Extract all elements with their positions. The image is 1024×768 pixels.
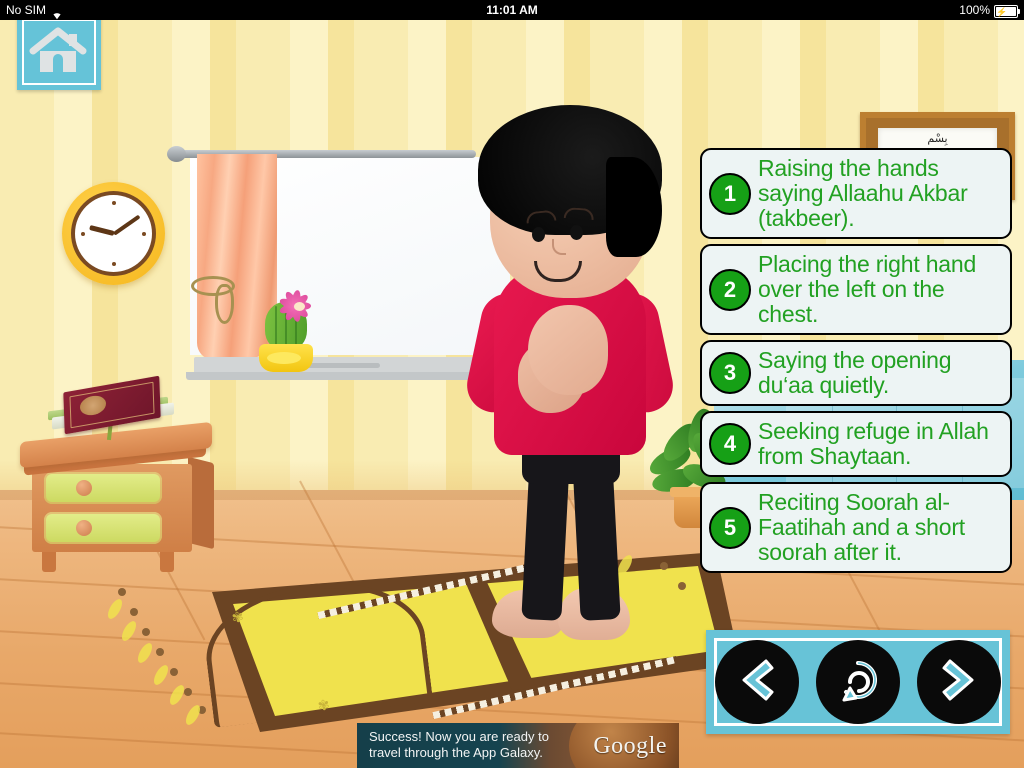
ad-text: Success! Now you are ready to travel thr… <box>369 729 549 761</box>
wall-clock-icon <box>62 182 165 285</box>
battery-percent-label: 100% <box>959 3 990 17</box>
chevron-right-icon <box>931 652 987 713</box>
prayer-steps-list: 1 Raising the hands saying Allaahu Akbar… <box>700 148 1014 578</box>
home-button[interactable] <box>17 14 101 90</box>
navigation-bar <box>706 630 1010 734</box>
battery-charging-icon: ⚡ <box>994 4 1020 18</box>
chevron-left-icon <box>729 652 785 713</box>
step-card-2[interactable]: 2 Placing the right hand over the left o… <box>700 244 1012 335</box>
boy-hands-folded <box>528 305 608 395</box>
step-text: Saying the opening du‘aa quietly. <box>758 347 952 398</box>
step-text: Seeking refuge in Allah from Shaytaan. <box>758 418 989 469</box>
step-card-1[interactable]: 1 Raising the hands saying Allaahu Akbar… <box>700 148 1012 239</box>
ad-text-line2: travel through the App Galaxy. <box>369 745 543 760</box>
step-card-3[interactable]: 3 Saying the opening du‘aa quietly. <box>700 340 1012 406</box>
step-card-5[interactable]: 5 Reciting Soorah al-Faatihah and a shor… <box>700 482 1012 573</box>
step-number-badge: 1 <box>709 172 751 215</box>
frame-calligraphy: بِسْم <box>927 132 948 145</box>
replay-icon <box>830 652 886 713</box>
google-logo: Google <box>593 733 667 759</box>
step-text: Reciting Soorah al-Faatihah and a short … <box>758 489 965 565</box>
replay-button[interactable] <box>815 640 900 724</box>
step-text: Raising the hands saying Allaahu Akbar (… <box>758 155 968 231</box>
status-bar-right: 100% ⚡ <box>959 0 1020 20</box>
step-number-badge: 2 <box>709 268 751 311</box>
step-number-badge: 4 <box>709 423 751 465</box>
status-bar-clock: 11:01 AM <box>486 3 538 17</box>
ad-banner[interactable]: Success! Now you are ready to travel thr… <box>357 723 679 768</box>
quran-book <box>46 375 176 441</box>
status-bar: No SIM 11:01 AM 100% ⚡ <box>0 0 1024 20</box>
previous-button[interactable] <box>714 640 799 724</box>
ad-text-line1: Success! Now you are ready to <box>369 729 549 744</box>
step-number-badge: 5 <box>709 506 751 549</box>
next-button[interactable] <box>917 640 1002 724</box>
boy-character <box>430 105 710 645</box>
cactus-plant <box>255 289 317 374</box>
step-card-4[interactable]: 4 Seeking refuge in Allah from Shaytaan. <box>700 411 1012 477</box>
step-text: Placing the right hand over the left on … <box>758 251 977 327</box>
cactus-flower <box>278 289 317 323</box>
step-number-badge: 3 <box>709 352 751 394</box>
app-screen: No SIM 11:01 AM 100% ⚡ بِسْم ✾ ✾ 1 Raisi… <box>0 0 1024 768</box>
